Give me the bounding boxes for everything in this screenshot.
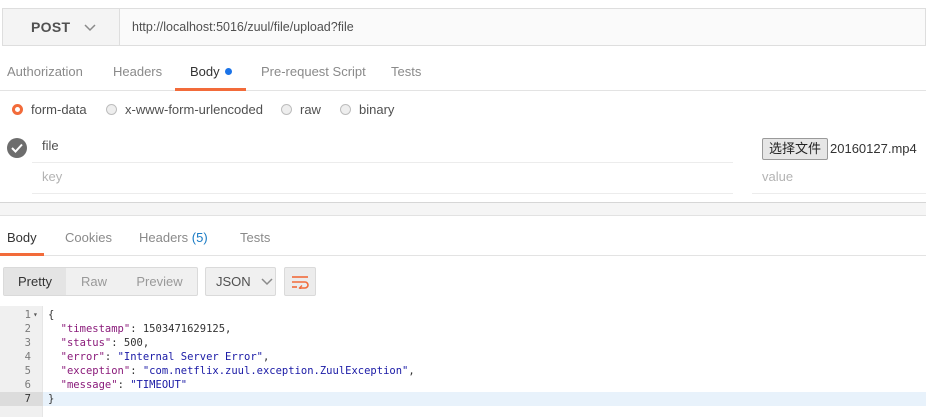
fold-toggle-icon[interactable]: ▾ xyxy=(33,308,38,322)
radio-label: x-www-form-urlencoded xyxy=(125,101,263,117)
tab-label: Pre-request Script xyxy=(261,64,366,79)
code-line: 3 "status": 500, xyxy=(0,336,926,350)
tab-cookies[interactable]: Cookies xyxy=(65,223,112,256)
radio-label: binary xyxy=(359,101,395,117)
method-label: POST xyxy=(31,19,71,35)
tab-label: Body xyxy=(7,230,37,245)
code-line: 5 "exception": "com.netflix.zuul.excepti… xyxy=(0,364,926,378)
radio-x-www-form-urlencoded[interactable]: x-www-form-urlencoded xyxy=(106,98,263,120)
choose-file-button[interactable]: 选择文件 xyxy=(762,138,829,160)
tab-label: Body xyxy=(190,64,220,79)
tab-pre-request-script[interactable]: Pre-request Script xyxy=(261,58,366,91)
key-field[interactable]: file xyxy=(32,132,733,163)
radio-label: raw xyxy=(300,101,321,117)
code-line-current: 7 } xyxy=(0,392,926,406)
pane-divider[interactable] xyxy=(0,202,926,216)
code-text: "exception": "com.netflix.zuul.exception… xyxy=(60,365,415,377)
header-count-badge: (5) xyxy=(191,230,208,245)
comma: , xyxy=(225,323,232,335)
tab-label: Headers xyxy=(139,230,189,245)
line-number: 1 xyxy=(24,309,31,321)
comma: , xyxy=(142,337,150,349)
request-tabs: Authorization Headers Body Pre-request S… xyxy=(0,58,926,91)
raw-button[interactable]: Raw xyxy=(66,268,122,295)
json-key: "timestamp" xyxy=(60,323,131,335)
tab-headers[interactable]: Headers xyxy=(113,58,162,91)
check-circle-icon[interactable] xyxy=(7,138,27,158)
modified-dot-icon xyxy=(224,68,232,75)
form-row: key value xyxy=(0,163,926,194)
json-value: "com.netflix.zuul.exception.ZuulExceptio… xyxy=(142,365,409,377)
line-number: 4 xyxy=(24,351,31,363)
radio-raw[interactable]: raw xyxy=(281,98,321,120)
tab-body[interactable]: Body xyxy=(175,58,246,91)
json-value: 500 xyxy=(123,337,143,349)
request-url-bar: POST http://localhost:5016/zuul/file/upl… xyxy=(2,8,926,46)
key-field[interactable]: key xyxy=(32,163,733,194)
json-key: "exception" xyxy=(60,365,131,377)
code-text: "error": "Internal Server Error", xyxy=(60,351,270,363)
view-mode-group: Pretty Raw Preview xyxy=(3,267,198,296)
tab-response-tests[interactable]: Tests xyxy=(240,223,270,256)
url-input[interactable]: http://localhost:5016/zuul/file/upload?f… xyxy=(120,9,925,45)
radio-form-data[interactable]: form-data xyxy=(12,98,87,120)
response-tabs: Body Cookies Headers (5) Tests xyxy=(0,223,926,256)
json-value: "TIMEOUT" xyxy=(130,379,188,391)
tab-response-body[interactable]: Body xyxy=(0,223,44,256)
json-value: 1503471629125 xyxy=(142,323,226,335)
tab-label: Authorization xyxy=(7,64,83,79)
radio-icon xyxy=(106,103,117,115)
line-number: 7 xyxy=(0,392,43,406)
radio-icon xyxy=(340,103,351,115)
json-key: "status" xyxy=(60,337,112,349)
radio-label: form-data xyxy=(31,101,87,117)
response-editor[interactable]: 1 ▾ { 2 "timestamp": 1503471629125, 3 "s… xyxy=(0,306,926,417)
tab-label: Headers xyxy=(113,64,163,79)
tab-label: Cookies xyxy=(65,230,112,245)
line-number: 5 xyxy=(24,365,31,377)
line-number: 6 xyxy=(24,379,31,391)
radio-binary[interactable]: binary xyxy=(340,98,394,120)
tab-tests[interactable]: Tests xyxy=(391,58,421,91)
format-selector[interactable]: JSON xyxy=(205,267,276,296)
line-number: 2 xyxy=(24,323,31,335)
radio-selected-icon xyxy=(12,103,23,115)
file-name: 20160127.mp4 xyxy=(830,141,917,156)
method-selector[interactable]: POST xyxy=(3,9,120,45)
format-label: JSON xyxy=(216,274,251,289)
chevron-down-icon xyxy=(261,274,273,289)
code-line: 1 ▾ { xyxy=(0,308,926,322)
comma: , xyxy=(408,365,415,377)
chevron-down-icon xyxy=(84,20,96,35)
json-key: "error" xyxy=(60,351,105,363)
comma: , xyxy=(262,351,270,363)
code-line: 6 "message": "TIMEOUT" xyxy=(0,378,926,392)
value-field[interactable]: value xyxy=(752,163,926,194)
code-text: { xyxy=(48,309,55,321)
tab-authorization[interactable]: Authorization xyxy=(7,58,83,91)
json-key: "message" xyxy=(60,379,118,391)
tab-label: Tests xyxy=(240,230,271,245)
tab-label: Tests xyxy=(391,64,422,79)
json-value: "Internal Server Error" xyxy=(117,351,263,363)
body-type-selector: form-data x-www-form-urlencoded raw bina… xyxy=(0,98,926,120)
radio-icon xyxy=(281,103,292,115)
code-text: "timestamp": 1503471629125, xyxy=(60,323,232,335)
wrap-lines-icon[interactable] xyxy=(284,267,316,296)
code-line: 2 "timestamp": 1503471629125, xyxy=(0,322,926,336)
code-text: } xyxy=(48,393,55,405)
tab-response-headers[interactable]: Headers (5) xyxy=(139,223,208,256)
code-line: 4 "error": "Internal Server Error", xyxy=(0,350,926,364)
preview-button[interactable]: Preview xyxy=(122,268,197,295)
code-text: "status": 500, xyxy=(60,337,150,349)
line-number: 3 xyxy=(24,337,31,349)
code-text: "message": "TIMEOUT" xyxy=(60,379,188,391)
pretty-button[interactable]: Pretty xyxy=(4,268,66,295)
